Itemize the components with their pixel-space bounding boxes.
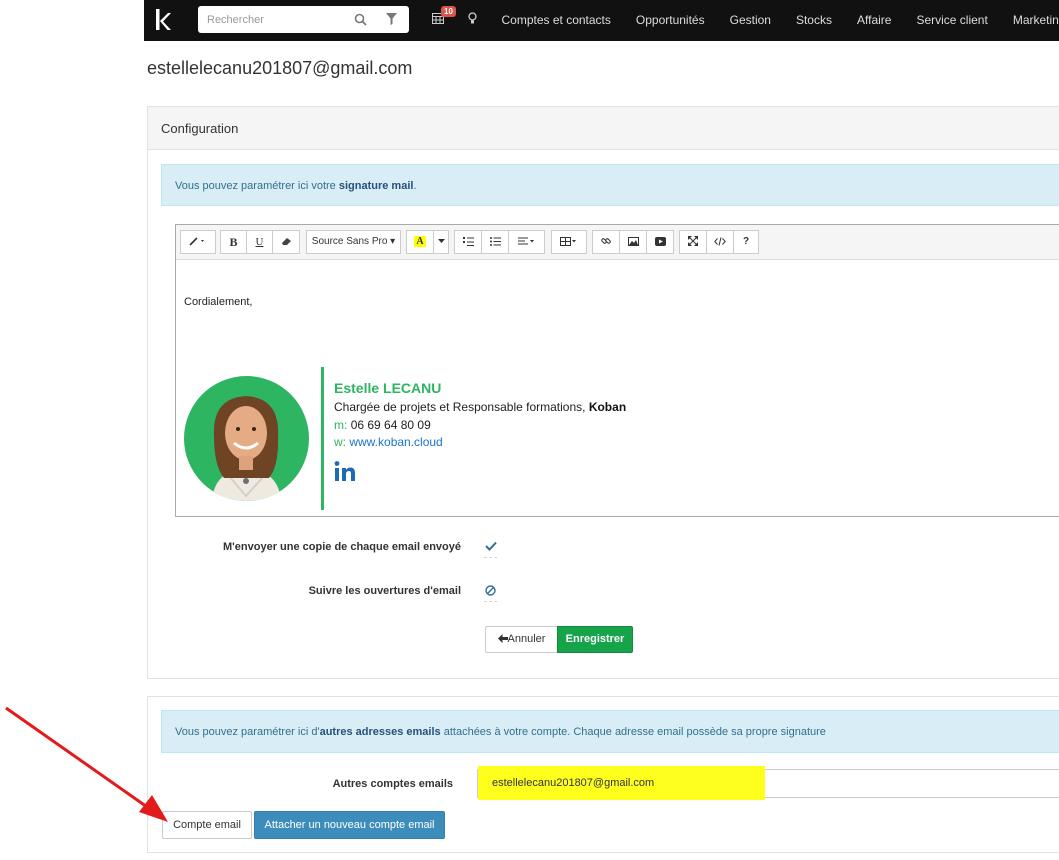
fullscreen-button[interactable]: [679, 230, 707, 254]
other-emails-panel: Vous pouvez paramétrer ici d'autres adre…: [147, 696, 1059, 853]
help-icon: ?: [742, 236, 750, 247]
other-email-value: estellelecanu201807@gmail.com: [478, 766, 765, 800]
web-prefix: w:: [334, 435, 346, 449]
koban-logo-icon[interactable]: [152, 6, 174, 34]
search-box: [198, 6, 409, 33]
code-icon: [714, 237, 726, 246]
signature-divider: [321, 367, 324, 510]
video-button[interactable]: [646, 230, 674, 254]
page-title: estellelecanu201807@gmail.com: [147, 58, 413, 78]
nav-opportunites[interactable]: Opportunités: [623, 0, 717, 41]
configuration-panel: Configuration Vous pouvez paramétrer ici…: [147, 106, 1059, 679]
copy-email-label: M'envoyer une copie de chaque email envo…: [223, 541, 461, 553]
attach-email-account-button[interactable]: Attacher un nouveau compte email: [254, 811, 445, 839]
save-button[interactable]: Enregistrer: [557, 626, 633, 653]
text-color-dropdown[interactable]: [433, 230, 449, 254]
signature-role: Chargée de projets et Responsable format…: [334, 400, 626, 414]
phone-number: 06 69 64 80 09: [350, 418, 431, 432]
eraser-icon: [281, 237, 291, 245]
signature-name: Estelle LECANU: [334, 380, 442, 396]
check-icon[interactable]: [485, 541, 497, 551]
profile-photo: [184, 376, 309, 501]
magic-wand-icon: [189, 237, 204, 246]
signature-info-alert: Vous pouvez paramétrer ici votre signatu…: [161, 164, 1059, 206]
editor-toolbar: B U Source Sans Pro ▾ A ?: [176, 225, 1059, 260]
copy-email-underline: [484, 557, 497, 558]
style-dropdown-button[interactable]: [180, 230, 216, 254]
track-opens-label: Suivre les ouvertures d'email: [308, 585, 461, 597]
top-navbar: 10 Comptes et contacts Opportunités Gest…: [144, 0, 1059, 41]
alert-bold-text: signature mail: [338, 180, 414, 192]
font-family-label: Source Sans Pro: [311, 236, 388, 247]
other-emails-info-alert: Vous pouvez paramétrer ici d'autres adre…: [161, 710, 1059, 753]
linkedin-icon[interactable]: [334, 460, 356, 482]
font-family-dropdown[interactable]: Source Sans Pro ▾: [306, 230, 401, 254]
person-photo-image: [212, 396, 281, 501]
arrow-left-icon: [497, 634, 508, 643]
alert-text: Vous pouvez paramétrer ici d': [175, 726, 320, 738]
signature-role-text: Chargée de projets et Responsable format…: [334, 400, 589, 414]
table-icon: [560, 236, 576, 246]
compte-email-button[interactable]: Compte email: [162, 811, 252, 839]
nav-gestion[interactable]: Gestion: [717, 0, 783, 41]
nav-comptes-contacts[interactable]: Comptes et contacts: [489, 0, 623, 41]
nav-affaire[interactable]: Affaire: [844, 0, 903, 41]
text-color-button[interactable]: A: [406, 230, 434, 254]
eraser-button[interactable]: [272, 230, 300, 254]
signature-website: w: www.koban.cloud: [334, 435, 443, 449]
search-input[interactable]: [198, 6, 348, 33]
ban-icon[interactable]: [485, 585, 496, 596]
panel-heading: Configuration: [148, 107, 1059, 150]
image-icon: [627, 236, 639, 246]
image-button[interactable]: [619, 230, 647, 254]
other-emails-label: Autres comptes emails: [332, 778, 453, 790]
cancel-label: Annuler: [507, 633, 546, 645]
link-button[interactable]: [592, 230, 620, 254]
nav-service-client[interactable]: Service client: [904, 0, 1000, 41]
filter-icon[interactable]: [386, 13, 397, 25]
help-button[interactable]: ?: [733, 230, 759, 254]
caret-down-icon: [437, 239, 445, 244]
signature-greeting: Cordialement,: [184, 296, 253, 308]
search-icon[interactable]: [354, 13, 367, 26]
editor-content[interactable]: Cordialement, Estelle LECANU Chargée de …: [176, 260, 1059, 516]
video-icon: [654, 236, 666, 246]
main-menu: Comptes et contacts Opportunités Gestion…: [489, 0, 1059, 41]
highlight-color-icon: A: [414, 236, 426, 247]
alert-text-end: attachées à votre compte. Chaque adresse…: [440, 726, 826, 738]
phone-prefix: m:: [334, 418, 348, 432]
fullscreen-icon: [688, 236, 698, 247]
bullet-list-button[interactable]: [481, 230, 509, 254]
signature-company: Koban: [588, 400, 627, 414]
alert-bold-text: autres adresses emails: [319, 726, 441, 738]
ordered-list-button[interactable]: [454, 230, 482, 254]
red-arrow-annotation: [5, 706, 168, 822]
alert-text-end: .: [413, 180, 417, 192]
signature-editor: B U Source Sans Pro ▾ A ? Cordialement, …: [175, 224, 1059, 517]
cancel-button[interactable]: Annuler: [485, 626, 558, 653]
lightbulb-icon[interactable]: [468, 12, 477, 25]
code-view-button[interactable]: [706, 230, 734, 254]
bullet-list-icon: [489, 236, 501, 246]
notification-badge: 10: [441, 6, 456, 17]
signature-phone: m: 06 69 64 80 09: [334, 418, 431, 432]
link-icon: [601, 238, 611, 245]
ordered-list-icon: [462, 236, 474, 246]
paragraph-align-dropdown[interactable]: [508, 230, 545, 254]
align-left-icon: [517, 237, 534, 245]
other-emails-field[interactable]: estellelecanu201807@gmail.com: [477, 766, 1059, 800]
track-opens-underline: [484, 601, 497, 602]
nav-stocks[interactable]: Stocks: [783, 0, 844, 41]
bold-button[interactable]: B: [220, 230, 247, 254]
website-link[interactable]: www.koban.cloud: [349, 435, 442, 449]
underline-button[interactable]: U: [246, 230, 273, 254]
table-dropdown[interactable]: [551, 230, 587, 254]
alert-text: Vous pouvez paramétrer ici votre: [175, 180, 339, 192]
nav-marketing[interactable]: Marketing: [1000, 0, 1059, 41]
